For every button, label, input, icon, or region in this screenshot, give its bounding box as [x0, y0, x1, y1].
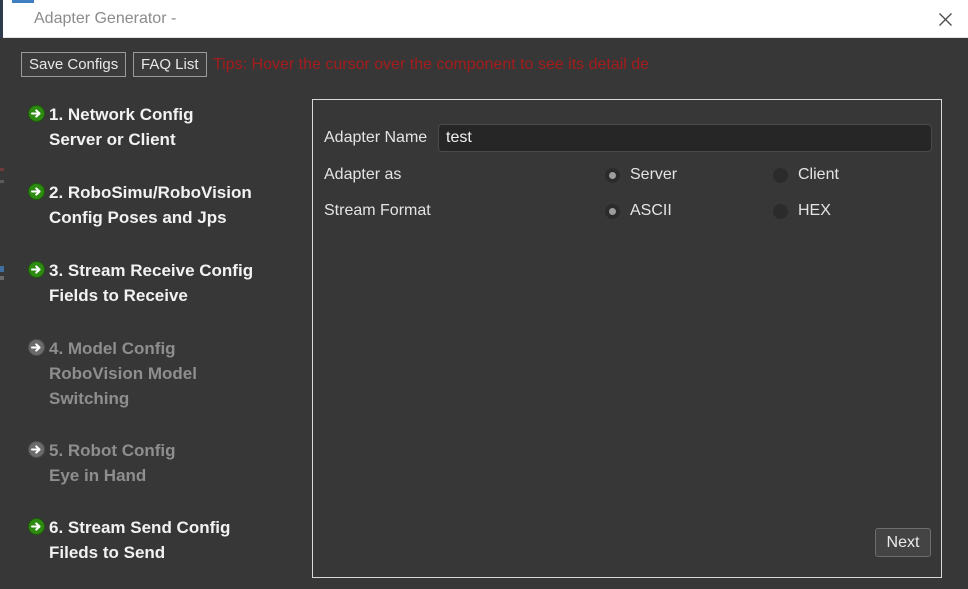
radio-adapter-as-server[interactable]: Server	[605, 158, 677, 192]
faq-list-button[interactable]: FAQ List	[133, 52, 207, 77]
stream-format-label: Stream Format	[324, 202, 431, 219]
radio-label: ASCII	[630, 202, 672, 219]
sidebar-item-label: 2. RoboSimu/RoboVision Config Poses and …	[49, 183, 252, 227]
radio-mark-icon	[773, 203, 788, 219]
green-arrow-icon	[28, 183, 45, 200]
sidebar-item-label: 5. Robot Config Eye in Hand	[49, 441, 176, 485]
main-config-panel: Adapter Name Adapter as Server Client St…	[312, 99, 942, 578]
stream-format-row: Stream Format ASCII HEX	[313, 194, 941, 228]
radio-stream-format-ascii[interactable]: ASCII	[605, 194, 672, 228]
radio-mark-icon	[605, 203, 620, 219]
radio-mark-icon	[773, 167, 788, 183]
tips-text: Tips: Hover the cursor over the componen…	[213, 56, 650, 73]
radio-label: Client	[798, 166, 839, 183]
toolbar: Save Configs FAQ List Tips: Hover the cu…	[0, 38, 968, 86]
sidebar-item-label: 4. Model Config RoboVision Model Switchi…	[49, 339, 197, 408]
gray-arrow-icon	[28, 441, 45, 458]
adapter-name-input[interactable]	[438, 124, 932, 152]
sidebar-item-label: 1. Network Config Server or Client	[49, 105, 194, 149]
close-icon	[938, 12, 952, 26]
adapter-name-label: Adapter Name	[324, 129, 428, 146]
app-window: Adapter Generator - Save Configs FAQ Lis…	[0, 0, 968, 589]
radio-stream-format-hex[interactable]: HEX	[773, 194, 831, 228]
radio-adapter-as-client[interactable]: Client	[773, 158, 839, 192]
window-left-edge-artifact	[0, 0, 3, 38]
green-arrow-icon	[28, 261, 45, 278]
adapter-name-row: Adapter Name	[313, 121, 941, 155]
radio-label: Server	[630, 166, 678, 183]
sidebar-item-label: 3. Stream Receive Config Fields to Recei…	[49, 261, 254, 305]
window-title: Adapter Generator -	[34, 10, 177, 27]
radio-label: HEX	[798, 202, 831, 219]
window-top-accent	[12, 0, 34, 3]
radio-mark-icon	[605, 167, 620, 183]
green-arrow-icon	[28, 518, 45, 535]
gray-arrow-icon	[28, 339, 45, 356]
title-bar: Adapter Generator -	[0, 0, 968, 38]
close-button[interactable]	[922, 0, 968, 38]
adapter-as-row: Adapter as Server Client	[313, 158, 941, 192]
sidebar: 1. Network Config Server or Client 2. Ro…	[0, 90, 305, 589]
adapter-as-label: Adapter as	[324, 166, 402, 183]
next-button[interactable]: Next	[875, 528, 931, 557]
save-configs-button[interactable]: Save Configs	[21, 52, 127, 77]
green-arrow-icon	[28, 105, 45, 122]
sidebar-item-label: 6. Stream Send Config Fileds to Send	[49, 518, 231, 562]
